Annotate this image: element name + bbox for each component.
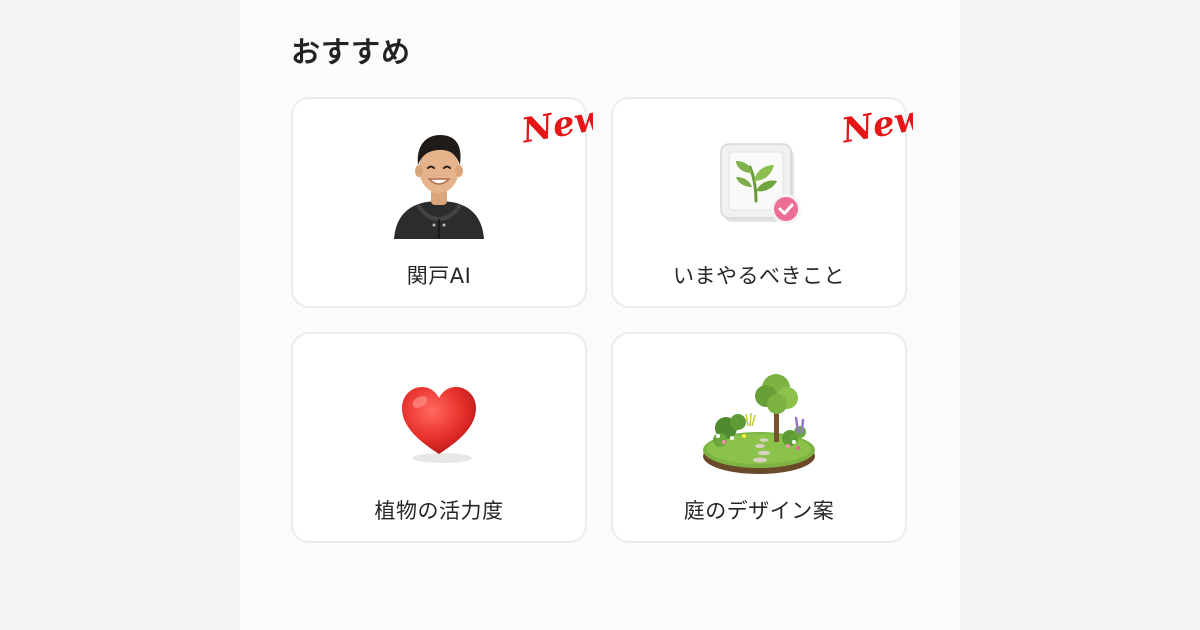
garden-design-icon <box>694 356 824 486</box>
heart-icon <box>374 356 504 486</box>
person-avatar-icon <box>374 121 504 251</box>
card-todo-now[interactable]: いまやるべきこと New! <box>611 97 913 308</box>
new-badge: New! <box>517 97 593 145</box>
section-title: おすすめ <box>291 35 412 69</box>
card-label: 関戸AI <box>406 264 472 288</box>
plant-task-check-icon <box>694 121 824 251</box>
new-badge: New! <box>837 97 913 145</box>
card-plant-vitality[interactable]: 植物の活力度 <box>291 332 587 543</box>
card-label: 庭のデザイン案 <box>683 499 835 523</box>
new-badge-text: New! <box>838 97 913 145</box>
card-label: 植物の活力度 <box>374 499 504 523</box>
card-label: いまやるべきこと <box>673 264 845 288</box>
card-garden-design[interactable]: 庭のデザイン案 <box>611 332 907 543</box>
card-sekido-ai[interactable]: 関戸AI New! <box>291 97 593 308</box>
new-badge-text: New! <box>518 97 593 145</box>
